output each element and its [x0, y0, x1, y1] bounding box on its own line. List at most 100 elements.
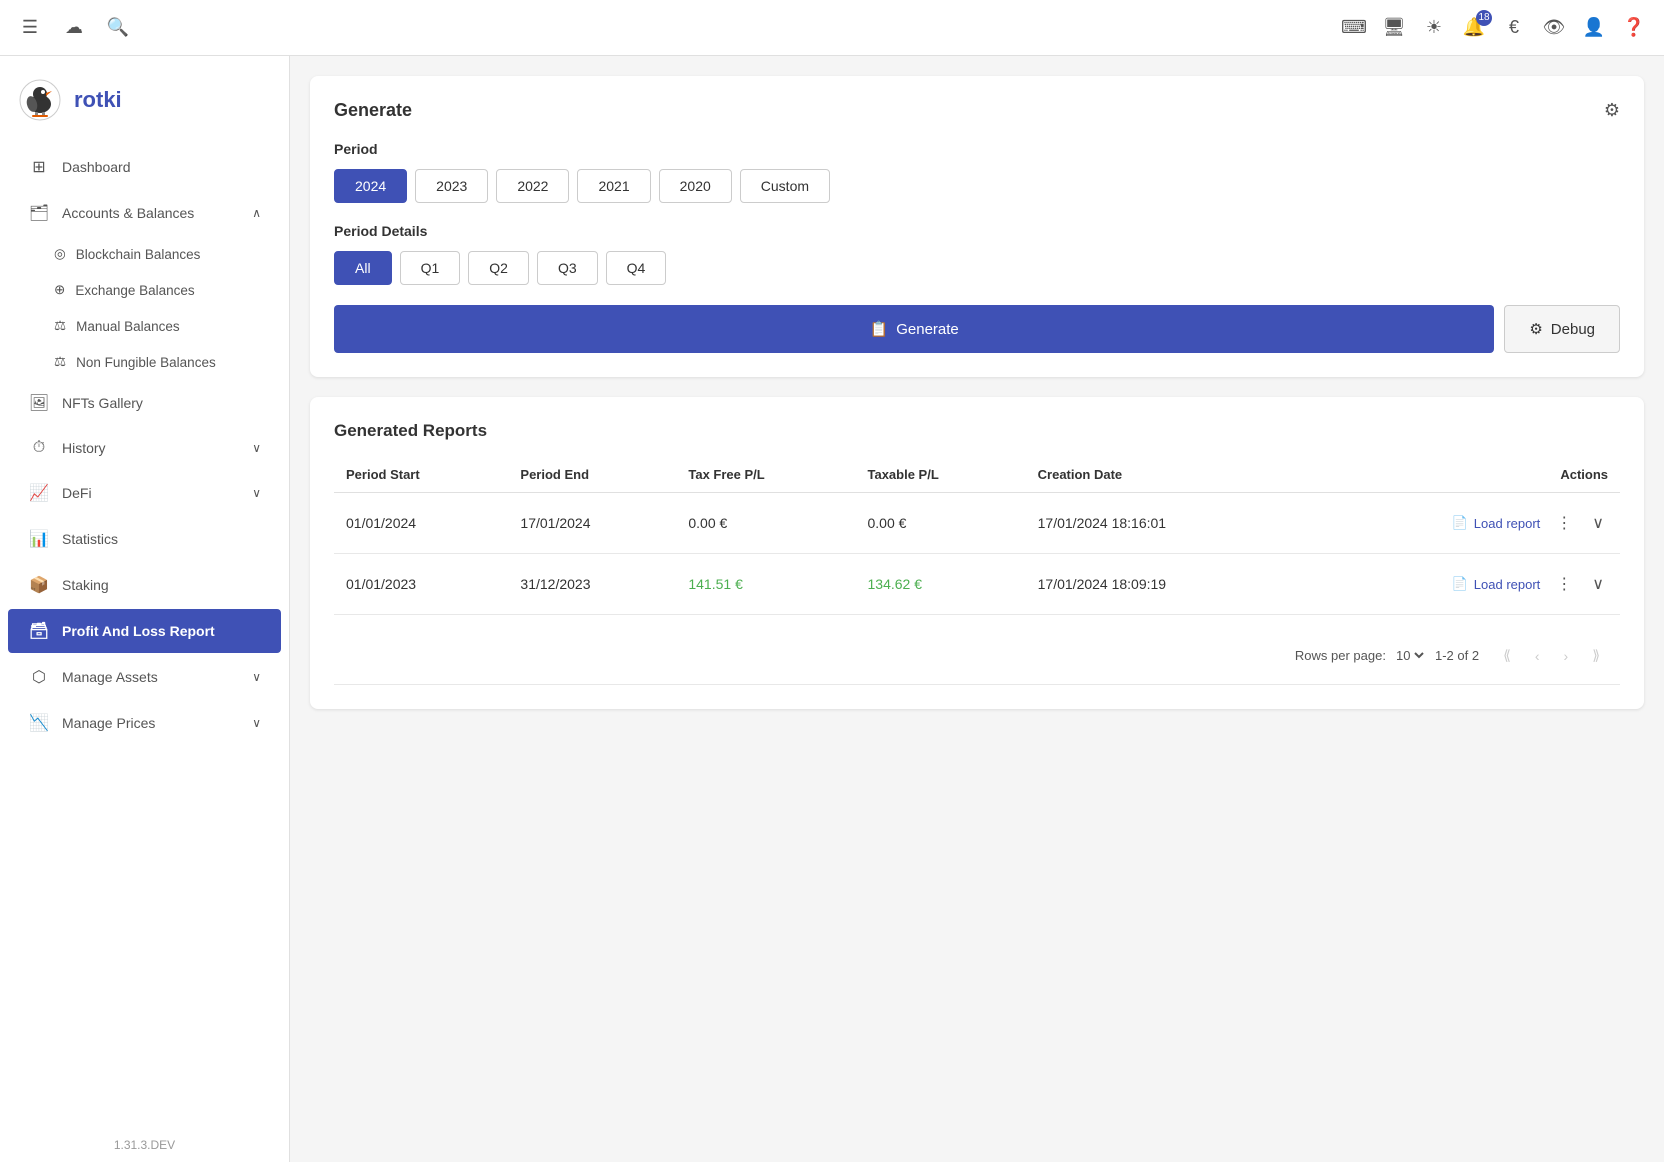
display-icon[interactable]: 🖥	[1380, 14, 1408, 42]
detail-btn-q4[interactable]: Q4	[606, 251, 667, 285]
staking-icon: 📦	[28, 575, 50, 595]
nonfungible-label: Non Fungible Balances	[76, 355, 216, 370]
first-page-button[interactable]: ⟪	[1495, 643, 1519, 668]
debug-button[interactable]: ⚙ Debug	[1504, 305, 1620, 353]
col-taxable-pl: Taxable P/L	[856, 457, 1026, 493]
nfts-icon: 🖼	[28, 393, 50, 413]
generate-btn-label: Generate	[896, 321, 959, 338]
statistics-icon: 📊	[28, 529, 50, 549]
topbar: ☰ ☁ 🔍 ⌨ 🖥 ☀ 🔔 18 € 👁 👤 ❓	[0, 0, 1664, 56]
sidebar-item-non-fungible-balances[interactable]: ⚖ Non Fungible Balances	[0, 344, 289, 380]
help-icon[interactable]: ❓	[1620, 14, 1648, 42]
action-row: 📋 Generate ⚙ Debug	[334, 305, 1620, 353]
prev-page-button[interactable]: ‹	[1527, 644, 1548, 668]
search-icon[interactable]: 🔍	[104, 14, 132, 42]
row1-tax-free-pl: 0.00 €	[676, 493, 855, 554]
topbar-left: ☰ ☁ 🔍	[16, 14, 132, 42]
sidebar-item-history[interactable]: ⏱ History ∨	[8, 427, 281, 469]
period-btn-custom[interactable]: Custom	[740, 169, 830, 203]
accounts-icon: 🗂	[28, 203, 50, 223]
cloud-icon[interactable]: ☁	[60, 14, 88, 42]
load-report-label2: Load report	[1474, 577, 1541, 592]
rows-per-page: Rows per page: 10 25 50	[1295, 647, 1427, 664]
sidebar-item-staking[interactable]: 📦 Staking	[8, 563, 281, 607]
period-btn-group: 2024 2023 2022 2021 2020 Custom	[334, 169, 1620, 203]
manual-label: Manual Balances	[76, 319, 180, 334]
layout: rotki ⊞ Dashboard 🗂 Accounts & Balances …	[0, 56, 1664, 1162]
sidebar-item-manage-prices[interactable]: 📉 Manage Prices ∨	[8, 701, 281, 745]
currency-icon[interactable]: €	[1500, 14, 1528, 42]
rows-per-page-select[interactable]: 10 25 50	[1392, 647, 1427, 664]
defi-icon: 📈	[28, 483, 50, 503]
period-btn-2023[interactable]: 2023	[415, 169, 488, 203]
col-creation-date: Creation Date	[1026, 457, 1298, 493]
next-page-button[interactable]: ›	[1556, 644, 1577, 668]
staking-label: Staking	[62, 577, 261, 593]
last-page-button[interactable]: ⟫	[1584, 643, 1608, 668]
theme-icon[interactable]: ☀	[1420, 14, 1448, 42]
detail-btn-q1[interactable]: Q1	[400, 251, 461, 285]
detail-btn-q3[interactable]: Q3	[537, 251, 598, 285]
row1-taxable-pl: 0.00 €	[856, 493, 1026, 554]
load-report-icon: 📄	[1452, 515, 1468, 531]
user-icon[interactable]: 👤	[1580, 14, 1608, 42]
generate-button[interactable]: 📋 Generate	[334, 305, 1494, 353]
row2-actions: 📄 Load report ⋮ ∨	[1298, 554, 1620, 615]
sidebar-item-defi[interactable]: 📈 DeFi ∨	[8, 471, 281, 515]
generate-card: Generate ⚙ Period 2024 2023 2022 2021 20…	[310, 76, 1644, 377]
menu-icon[interactable]: ☰	[16, 14, 44, 42]
sidebar-item-exchange-balances[interactable]: ⊕ Exchange Balances	[0, 272, 289, 308]
table-row: 01/01/2024 17/01/2024 0.00 € 0.00 € 17/0…	[334, 493, 1620, 554]
sidebar-item-nfts-gallery[interactable]: 🖼 NFTs Gallery	[8, 381, 281, 425]
row1-expand-button[interactable]: ∨	[1588, 509, 1608, 537]
row1-creation-date: 17/01/2024 18:16:01	[1026, 493, 1298, 554]
detail-btn-all[interactable]: All	[334, 251, 392, 285]
detail-btn-q2[interactable]: Q2	[468, 251, 529, 285]
reports-table-body: 01/01/2024 17/01/2024 0.00 € 0.00 € 17/0…	[334, 493, 1620, 685]
history-label: History	[62, 440, 240, 456]
row1-load-report-button[interactable]: 📄 Load report	[1452, 515, 1541, 531]
period-btn-2021[interactable]: 2021	[577, 169, 650, 203]
reports-title: Generated Reports	[334, 421, 1620, 441]
sidebar-item-dashboard[interactable]: ⊞ Dashboard	[8, 145, 281, 189]
nfts-label: NFTs Gallery	[62, 395, 261, 411]
col-tax-free-pl: Tax Free P/L	[676, 457, 855, 493]
prices-icon: 📉	[28, 713, 50, 733]
col-period-start: Period Start	[334, 457, 508, 493]
sidebar-item-statistics[interactable]: 📊 Statistics	[8, 517, 281, 561]
period-btn-2024[interactable]: 2024	[334, 169, 407, 203]
sidebar: rotki ⊞ Dashboard 🗂 Accounts & Balances …	[0, 56, 290, 1162]
code-icon[interactable]: ⌨	[1340, 14, 1368, 42]
sidebar-item-manual-balances[interactable]: ⚖ Manual Balances	[0, 308, 289, 344]
row2-expand-button[interactable]: ∨	[1588, 570, 1608, 598]
sidebar-item-profit-loss[interactable]: 🗃 Profit And Loss Report	[8, 609, 281, 653]
row1-more-options-button[interactable]: ⋮	[1552, 509, 1576, 537]
assets-arrow: ∨	[252, 670, 261, 684]
version-label: 1.31.3.DEV	[0, 1128, 289, 1162]
generate-title: Generate	[334, 100, 412, 121]
row2-more-options-button[interactable]: ⋮	[1552, 570, 1576, 598]
period-btn-2020[interactable]: 2020	[659, 169, 732, 203]
rows-per-page-label: Rows per page:	[1295, 648, 1386, 663]
sidebar-item-manage-assets[interactable]: ⬡ Manage Assets ∨	[8, 655, 281, 699]
row1-period-end: 17/01/2024	[508, 493, 676, 554]
period-details-section: Period Details All Q1 Q2 Q3 Q4	[334, 223, 1620, 285]
period-btn-2022[interactable]: 2022	[496, 169, 569, 203]
debug-btn-label: Debug	[1551, 321, 1595, 338]
assets-icon: ⬡	[28, 667, 50, 687]
pl-label: Profit And Loss Report	[62, 623, 261, 639]
accounts-arrow: ∧	[252, 206, 261, 220]
reports-card: Generated Reports Period Start Period En…	[310, 397, 1644, 709]
statistics-label: Statistics	[62, 531, 261, 547]
row2-load-report-button[interactable]: 📄 Load report	[1452, 576, 1541, 592]
history-arrow: ∨	[252, 441, 261, 455]
sidebar-item-blockchain-balances[interactable]: ◎ Blockchain Balances	[0, 236, 289, 272]
generate-card-header: Generate ⚙	[334, 100, 1620, 121]
eye-icon[interactable]: 👁	[1540, 14, 1568, 42]
sidebar-item-accounts-balances[interactable]: 🗂 Accounts & Balances ∧	[8, 191, 281, 235]
settings-icon[interactable]: ⚙	[1604, 100, 1620, 121]
notification-icon[interactable]: 🔔 18	[1460, 14, 1488, 42]
exchange-icon: ⊕	[54, 282, 65, 298]
load-report-label: Load report	[1474, 516, 1541, 531]
pagination: Rows per page: 10 25 50 1-2 of 2 ⟪ ‹	[346, 631, 1608, 668]
